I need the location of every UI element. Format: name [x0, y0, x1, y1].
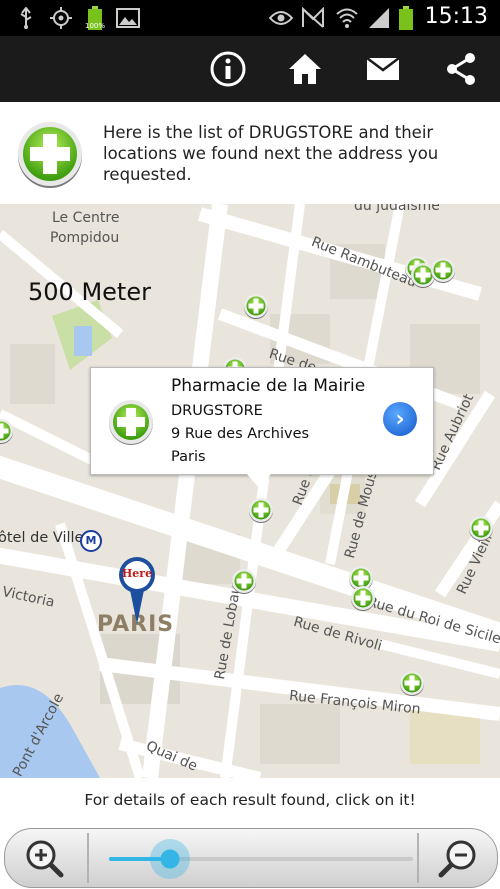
results-header: Here is the list of DRUGSTORE and their … [0, 102, 500, 204]
home-icon [289, 54, 321, 84]
metro-icon: M [80, 530, 102, 552]
zoom-out-icon [438, 840, 476, 878]
map-label-hotel-de-ville: ôtel de Ville [0, 530, 84, 546]
callout-title: Pharmacie de la Mairie [171, 376, 366, 396]
map-label-pompidou: Pompidou [50, 230, 120, 246]
battery-icon [396, 6, 416, 30]
zoom-slider-knob[interactable] [149, 839, 190, 879]
pharmacy-pin[interactable] [231, 568, 257, 594]
zoom-separator [87, 833, 89, 883]
pharmacy-pin[interactable] [350, 585, 376, 611]
share-button[interactable] [436, 44, 486, 94]
pharmacy-pin[interactable] [399, 670, 425, 696]
share-icon [447, 53, 475, 85]
pharmacy-pin-icon [232, 569, 256, 594]
nfc-icon [300, 6, 326, 30]
status-bar: 100% 15:13 [0, 0, 500, 36]
action-bar [0, 36, 500, 102]
wifi-icon [334, 6, 360, 30]
zoom-control [4, 828, 498, 888]
pharmacy-pin[interactable] [0, 418, 14, 444]
battery-icon: 100% [84, 6, 106, 30]
usb-icon [14, 6, 38, 30]
pharmacy-pin[interactable] [468, 515, 494, 541]
info-icon [210, 51, 246, 87]
signal-icon [366, 6, 392, 30]
zoom-in-button[interactable] [9, 833, 79, 883]
pharmacy-pin-icon [469, 516, 493, 541]
pharmacy-pin-icon [351, 586, 375, 611]
zoom-separator [417, 833, 419, 883]
pharmacy-pin[interactable] [430, 257, 456, 283]
pharmacy-pin-icon [0, 419, 13, 444]
clock: 15:13 [424, 4, 488, 29]
map-label-judaisme: du judaïsme [354, 204, 440, 214]
battery-percent-label: 100% [84, 22, 105, 30]
eye-icon [268, 6, 294, 30]
map-view[interactable]: 500 Meter Le Centre Pompidou Rue Rambute… [0, 204, 500, 778]
zoom-out-button[interactable] [423, 833, 493, 883]
callout-city: Paris [171, 449, 206, 465]
callout-category: DRUGSTORE [171, 403, 263, 419]
pharmacy-icon [107, 398, 155, 446]
pharmacy-pin[interactable] [248, 497, 274, 523]
gps-icon [48, 6, 74, 30]
pharmacy-pin-icon [400, 671, 424, 696]
here-label: Here [121, 567, 153, 580]
pharmacy-callout[interactable]: Pharmacie de la Mairie DRUGSTORE 9 Rue d… [90, 367, 434, 488]
image-icon [115, 6, 141, 30]
info-button[interactable] [203, 44, 253, 94]
mail-button[interactable] [358, 44, 408, 94]
map-label-centre: Le Centre [52, 210, 120, 226]
details-arrow-icon[interactable]: › [383, 402, 417, 436]
pharmacy-pin[interactable] [243, 293, 269, 319]
pharmacy-pin-icon [244, 294, 268, 319]
current-location-pin[interactable]: Here [118, 556, 156, 626]
header-text: Here is the list of DRUGSTORE and their … [103, 123, 439, 184]
pharmacy-logo-icon [16, 120, 84, 188]
mail-icon [366, 57, 400, 80]
pharmacy-pin-icon [431, 258, 455, 283]
zoom-in-icon [26, 840, 64, 878]
callout-address: 9 Rue des Archives [171, 426, 310, 442]
home-button[interactable] [280, 44, 330, 94]
pharmacy-pin-icon [249, 498, 273, 523]
scale-label: 500 Meter [28, 278, 151, 306]
zoom-bar [0, 822, 500, 889]
hint-text: For details of each result found, click … [0, 778, 500, 822]
